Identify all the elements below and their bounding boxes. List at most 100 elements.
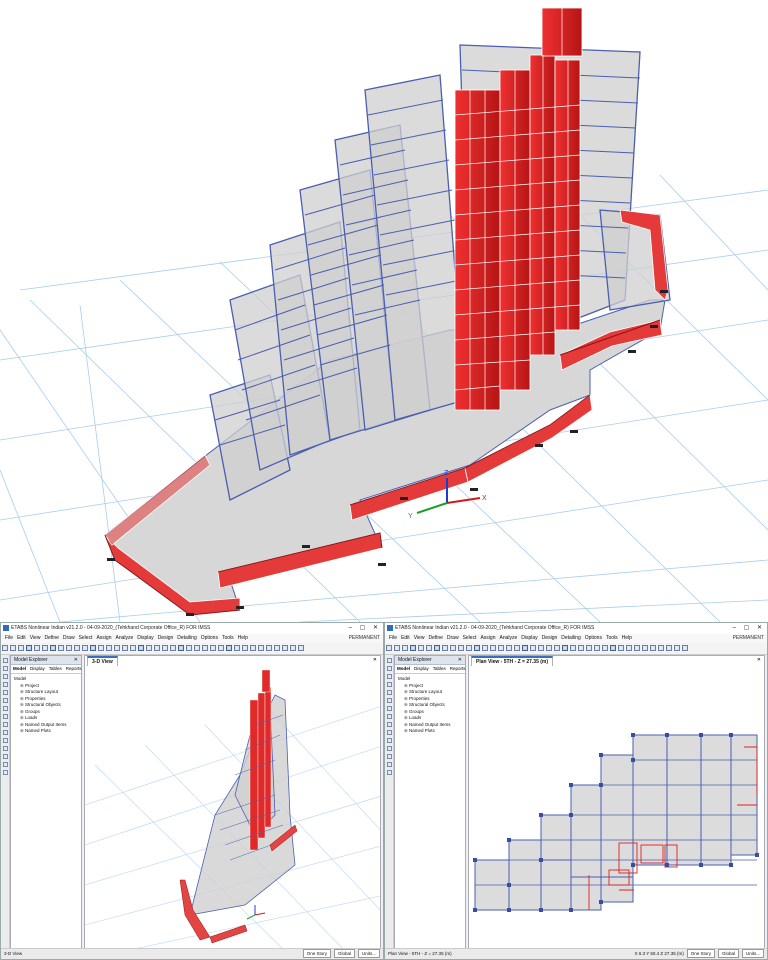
draw-brace-icon[interactable] [386, 698, 392, 703]
draw-tendon-icon[interactable] [2, 738, 8, 743]
brace-icon[interactable] [218, 645, 224, 651]
new-icon[interactable] [386, 645, 392, 651]
3d-view-icon[interactable] [474, 645, 480, 651]
deform-icon[interactable] [658, 645, 664, 651]
slab-icon[interactable] [194, 645, 200, 651]
elevation-view-icon[interactable] [490, 645, 496, 651]
menu-detailing[interactable]: Detailing [561, 635, 580, 641]
window-controls[interactable]: – ▢ ✕ [349, 623, 381, 634]
grid-icon[interactable] [618, 645, 624, 651]
menu-define[interactable]: Define [428, 635, 442, 641]
menu-display[interactable]: Display [137, 635, 153, 641]
open-icon[interactable] [10, 645, 16, 651]
table-icon[interactable] [282, 645, 288, 651]
3d-view-pane[interactable]: 3-D View ✕ [84, 655, 381, 949]
draw-floor-icon[interactable] [2, 714, 8, 719]
zoom-window-icon[interactable] [458, 645, 464, 651]
menu-detailing[interactable]: Detailing [177, 635, 196, 641]
tab-tables[interactable]: Tables [49, 666, 62, 671]
coord-dropdown[interactable]: Global [717, 949, 739, 958]
run-icon[interactable] [434, 645, 440, 651]
draw-dimension-icon[interactable] [2, 746, 8, 751]
redo-icon[interactable] [34, 645, 40, 651]
menu-design[interactable]: Design [158, 635, 174, 641]
measure-icon[interactable] [626, 645, 632, 651]
design-icon[interactable] [554, 645, 560, 651]
menu-draw[interactable]: Draw [63, 635, 75, 641]
section-icon[interactable] [634, 645, 640, 651]
frame-icon[interactable] [562, 645, 568, 651]
tab-display[interactable]: Display [30, 666, 45, 671]
menu-options[interactable]: Options [585, 635, 602, 641]
menu-display[interactable]: Display [521, 635, 537, 641]
section-icon[interactable] [250, 645, 256, 651]
down-icon[interactable] [514, 645, 520, 651]
report-icon[interactable] [290, 645, 296, 651]
measure-icon[interactable] [242, 645, 248, 651]
lock-icon[interactable] [42, 645, 48, 651]
draw-section-icon[interactable] [2, 754, 8, 759]
new-icon[interactable] [2, 645, 8, 651]
plan-view-pane[interactable]: Plan View - 5TH - Z = 27.35 (m) ✕ [468, 655, 765, 949]
frame-icon[interactable] [178, 645, 184, 651]
design-icon[interactable] [170, 645, 176, 651]
select-icon[interactable] [538, 645, 544, 651]
up-icon[interactable] [122, 645, 128, 651]
zoom-in-icon[interactable] [58, 645, 64, 651]
open-icon[interactable] [394, 645, 400, 651]
deselect-icon[interactable] [546, 645, 552, 651]
draw-grid-icon[interactable] [386, 770, 392, 775]
down-icon[interactable] [130, 645, 136, 651]
menu-design[interactable]: Design [542, 635, 558, 641]
elevation-view-icon[interactable] [106, 645, 112, 651]
menu-tools[interactable]: Tools [606, 635, 618, 641]
more-icon[interactable] [682, 645, 688, 651]
draw-brace-icon[interactable] [2, 698, 8, 703]
draw-tendon-icon[interactable] [386, 738, 392, 743]
coord-dropdown[interactable]: Global [333, 949, 355, 958]
tab-tables[interactable]: Tables [433, 666, 446, 671]
menu-edit[interactable]: Edit [401, 635, 410, 641]
draw-link-icon[interactable] [2, 730, 8, 735]
story-dropdown[interactable]: One Story [302, 949, 331, 958]
draw-joint-icon[interactable] [386, 666, 392, 671]
draw-opening-icon[interactable] [2, 722, 8, 727]
menu-select[interactable]: Select [463, 635, 477, 641]
wall-icon[interactable] [570, 645, 576, 651]
menu-view[interactable]: View [414, 635, 425, 641]
units-button[interactable]: Units... [741, 949, 764, 958]
menu-help[interactable]: Help [238, 635, 248, 641]
menu-file[interactable]: File [5, 635, 13, 641]
menu-edit[interactable]: Edit [17, 635, 26, 641]
menu-help[interactable]: Help [622, 635, 632, 641]
menu-tools[interactable]: Tools [222, 635, 234, 641]
window-controls[interactable]: – ▢ ✕ [733, 623, 765, 634]
column-icon[interactable] [210, 645, 216, 651]
draw-beam-icon[interactable] [2, 682, 8, 687]
units-button[interactable]: Units... [357, 949, 380, 958]
snap-icon[interactable] [226, 645, 232, 651]
beam-icon[interactable] [586, 645, 592, 651]
slab-icon[interactable] [578, 645, 584, 651]
more-icon[interactable] [298, 645, 304, 651]
load-icon[interactable] [258, 645, 264, 651]
rotate-icon[interactable] [114, 645, 120, 651]
draw-section-icon[interactable] [386, 754, 392, 759]
zoom-window-icon[interactable] [74, 645, 80, 651]
3d-view-icon[interactable] [90, 645, 96, 651]
up-icon[interactable] [506, 645, 512, 651]
beam-icon[interactable] [202, 645, 208, 651]
menu-view[interactable]: View [30, 635, 41, 641]
save-icon[interactable] [402, 645, 408, 651]
menu-assign[interactable]: Assign [96, 635, 111, 641]
draw-wall-icon[interactable] [386, 706, 392, 711]
menu-define[interactable]: Define [44, 635, 58, 641]
redo-icon[interactable] [418, 645, 424, 651]
draw-dimension-icon[interactable] [386, 746, 392, 751]
draw-reference-icon[interactable] [386, 762, 392, 767]
pan-icon[interactable] [82, 645, 88, 651]
display-icon[interactable] [522, 645, 528, 651]
menu-assign[interactable]: Assign [480, 635, 495, 641]
menu-file[interactable]: File [389, 635, 397, 641]
draw-frame-icon[interactable] [2, 674, 8, 679]
